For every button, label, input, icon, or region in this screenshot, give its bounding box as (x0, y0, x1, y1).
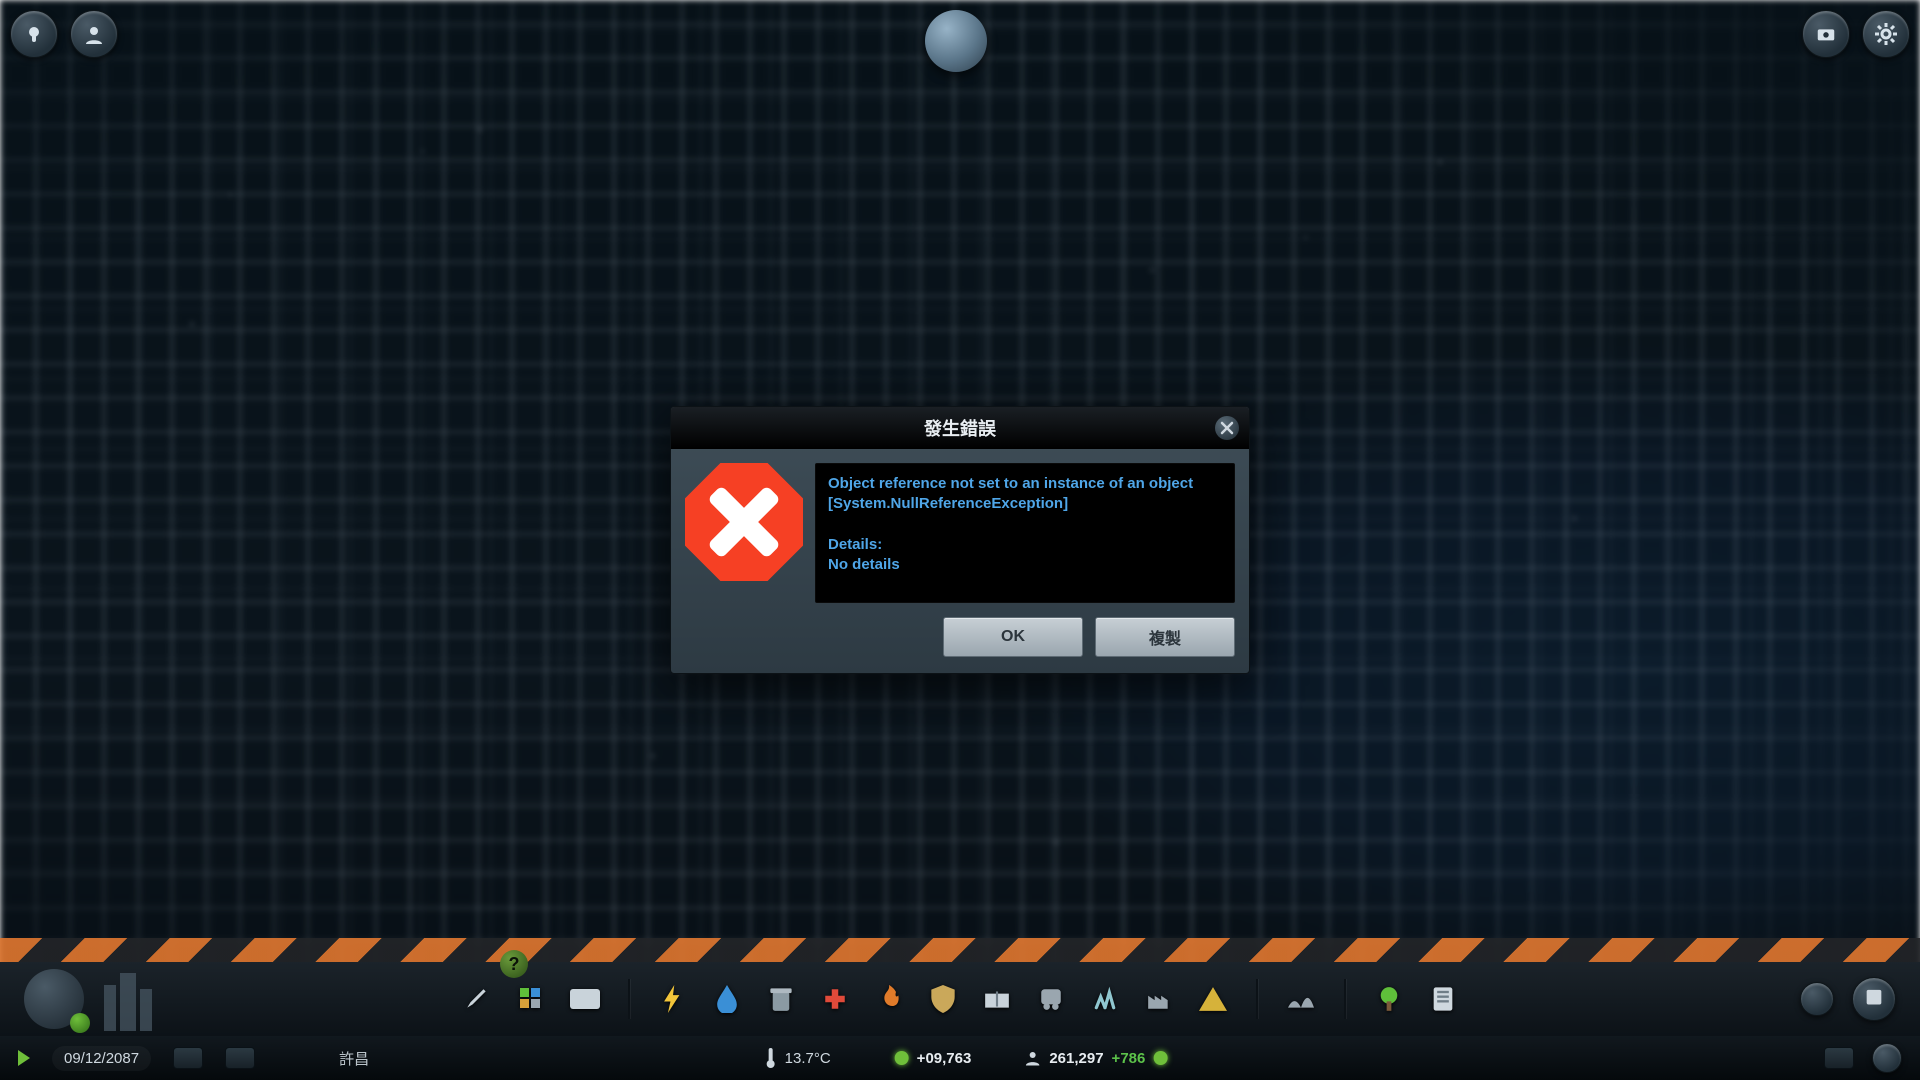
trophy-icon (1863, 988, 1885, 1010)
error-dialog: 發生錯誤 Object reference not set to an inst… (670, 406, 1250, 674)
city-name: 許昌 (339, 1048, 369, 1069)
info-views-button[interactable] (24, 969, 84, 1029)
toolbar-right (1800, 977, 1896, 1021)
health-icon[interactable] (818, 982, 852, 1016)
zones-icon[interactable] (514, 982, 548, 1016)
population-display: 261,297 +786 (1023, 1049, 1167, 1067)
dialog-titlebar: 發生錯誤 (671, 407, 1249, 449)
brush-icon[interactable] (460, 982, 494, 1016)
education-icon[interactable] (980, 982, 1014, 1016)
settings-button[interactable] (1862, 10, 1910, 58)
underground-view-button[interactable] (1872, 1043, 1902, 1073)
transport-icon[interactable] (1034, 982, 1068, 1016)
garbage-icon[interactable] (764, 982, 798, 1016)
hazard-icon[interactable] (1196, 982, 1230, 1016)
status-bar: 09/12/2087 許昌 13.7°C +09,763 261,297 +78… (0, 1036, 1920, 1080)
toolbar-icon-row (460, 979, 1460, 1019)
industry-icon[interactable] (1142, 982, 1176, 1016)
help-button[interactable]: ? (500, 950, 528, 978)
dialog-title: 發生錯誤 (924, 415, 996, 441)
money-dot-icon (895, 1051, 909, 1065)
money-display: +09,763 (883, 1046, 984, 1071)
camera-button[interactable] (1802, 10, 1850, 58)
top-right-hud (1802, 10, 1910, 58)
city-silhouette-icon (94, 967, 174, 1031)
dialog-close-button[interactable] (1215, 416, 1239, 440)
police-icon[interactable] (926, 982, 960, 1016)
ok-button[interactable]: OK (943, 617, 1083, 657)
free-camera-button[interactable] (1800, 982, 1834, 1016)
speed-1-button[interactable] (173, 1047, 203, 1069)
toolbar-separator (628, 979, 630, 1019)
toolbar-separator (1256, 979, 1258, 1019)
hazard-stripe (0, 938, 1920, 962)
speed-2-button[interactable] (225, 1047, 255, 1069)
play-button[interactable] (18, 1050, 30, 1066)
districts-icon[interactable] (568, 982, 602, 1016)
electricity-icon[interactable] (656, 982, 690, 1016)
thermometer-icon (765, 1048, 777, 1068)
tree-icon[interactable] (1372, 982, 1406, 1016)
chirper-button[interactable] (10, 10, 58, 58)
pause-menu-button[interactable] (1824, 1047, 1854, 1069)
copy-button[interactable]: 複製 (1095, 617, 1235, 657)
error-details-value: No details (828, 556, 900, 573)
parks-icon[interactable] (1088, 982, 1122, 1016)
error-line-1: Object reference not set to an instance … (828, 475, 1193, 492)
landscaping-icon[interactable] (1284, 982, 1318, 1016)
close-icon (1220, 421, 1234, 435)
dialog-body: Object reference not set to an instance … (671, 449, 1249, 617)
error-message-box: Object reference not set to an instance … (815, 463, 1235, 603)
bulldoze-icon[interactable] (1426, 982, 1460, 1016)
pop-dot-icon (1153, 1051, 1167, 1065)
build-toolbar: ? (0, 962, 1920, 1036)
population-icon (1023, 1049, 1041, 1067)
weather-icon[interactable] (925, 10, 987, 72)
date-display[interactable]: 09/12/2087 (52, 1046, 151, 1071)
error-details-label: Details: (828, 536, 882, 553)
top-left-hud (10, 10, 118, 58)
dialog-buttons: OK 複製 (671, 617, 1249, 673)
advisor-button[interactable] (70, 10, 118, 58)
gear-icon (1874, 22, 1898, 46)
error-icon (685, 463, 803, 581)
milestones-button[interactable] (1852, 977, 1896, 1021)
error-line-2: [System.NullReferenceException] (828, 495, 1068, 512)
water-icon[interactable] (710, 982, 744, 1016)
fire-icon[interactable] (872, 982, 906, 1016)
status-center: 13.7°C +09,763 261,297 +786 (753, 1044, 1168, 1072)
status-right (1824, 1043, 1902, 1073)
temperature-display: 13.7°C (753, 1044, 843, 1072)
toolbar-separator (1344, 979, 1346, 1019)
